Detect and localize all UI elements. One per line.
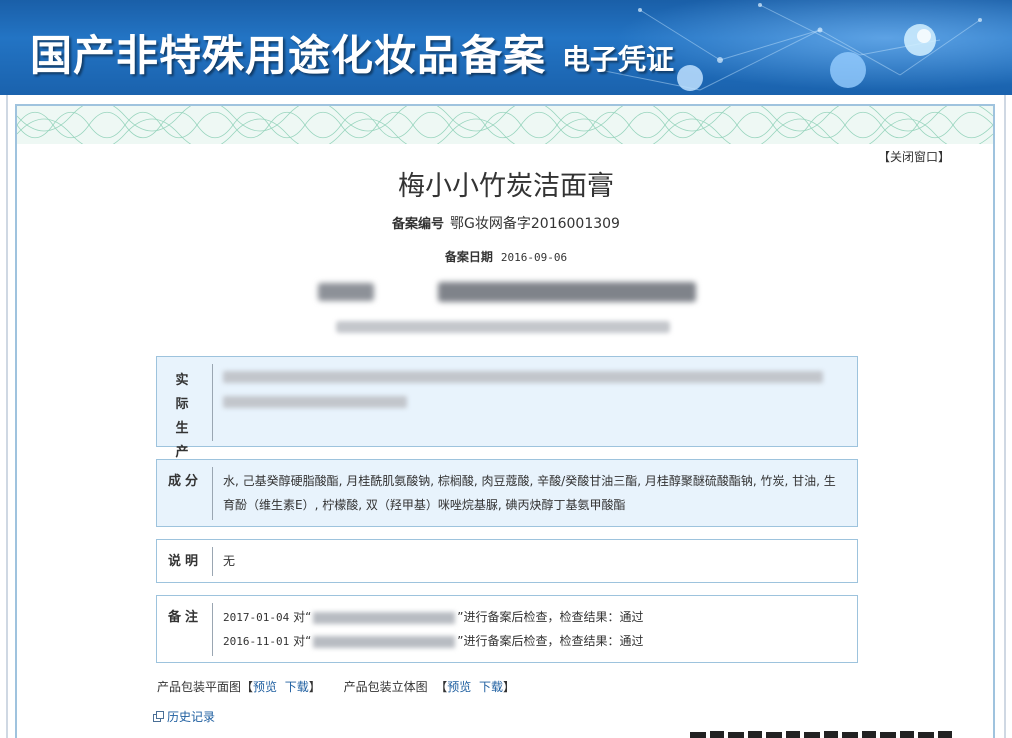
history-link[interactable]: 历史记录 — [167, 710, 215, 724]
cropped-footer-stamp — [690, 731, 952, 738]
ingredients-box: 成分 水, 己基癸醇硬脂酸酯, 月桂酰肌氨酸钠, 棕榈酸, 肉豆蔻酸, 辛酸/癸… — [156, 459, 858, 527]
note-prefix: 对“ — [293, 610, 312, 624]
registration-date-row: 备案日期 2016-09-06 — [0, 248, 1012, 265]
label-divider — [212, 603, 213, 656]
solid-preview-link[interactable]: 预览 — [447, 680, 471, 694]
bracket-close: 】 — [502, 680, 515, 694]
bracket-open: 【 — [241, 680, 254, 694]
description-box: 说明 无 — [156, 539, 858, 583]
header-banner: 国产非特殊用途化妆品备案 电子凭证 — [0, 0, 1012, 95]
note-prefix: 对“ — [293, 634, 312, 648]
redacted-producer-line-2 — [223, 396, 407, 408]
note-result: ”进行备案后检查，检查结果：通过 — [457, 610, 644, 624]
registration-date-label: 备案日期 — [444, 250, 493, 264]
note-entry: 2016-11-01 对“ ”进行备案后检查，检查结果：通过 — [223, 633, 644, 650]
registration-number-label: 备案编号 — [392, 217, 445, 232]
registration-date-value: 2016-09-06 — [500, 251, 568, 264]
actual-producer-box: 实际生产企业 — [156, 356, 858, 508]
bracket-close: 】 — [308, 680, 321, 694]
history-link-row[interactable]: 历史记录 — [153, 708, 215, 725]
ingredients-label: 成分 — [167, 474, 202, 489]
note-result: ”进行备案后检查，检查结果：通过 — [457, 634, 644, 648]
flat-preview-link[interactable]: 预览 — [253, 680, 277, 694]
redacted-producer-line-1 — [223, 371, 823, 383]
banner-subtitle: 电子凭证 — [562, 43, 675, 76]
description-text: 无 — [223, 554, 236, 568]
redacted-company-address — [336, 318, 670, 336]
banner-title: 国产非特殊用途化妆品备案 — [30, 31, 547, 80]
guilloche-border-pattern — [17, 106, 993, 144]
registration-number-row: 备案编号 鄂G妆网备字2016001309 — [0, 213, 1012, 233]
packaging-images-row: 产品包装平面图【预览 下载】 产品包装立体图 【预览 下载】 — [157, 678, 515, 695]
label-divider — [212, 467, 213, 520]
bracket-open: 【 — [435, 680, 448, 694]
note-entry: 2017-01-04 对“ ”进行备案后检查，检查结果：通过 — [223, 609, 644, 626]
description-label: 说明 — [167, 554, 202, 569]
note-date: 2017-01-04 — [223, 611, 290, 624]
solid-download-link[interactable]: 下载 — [479, 680, 503, 694]
label-divider — [212, 364, 213, 441]
redacted-company-name — [318, 279, 696, 305]
product-name: 梅小小竹炭洁面膏 — [398, 171, 614, 202]
flat-package-label: 产品包装平面图 — [157, 680, 242, 694]
solid-package-label: 产品包装立体图 — [343, 680, 428, 694]
redacted-product-name — [313, 611, 456, 624]
registration-number-value: 鄂G妆网备字2016001309 — [450, 216, 620, 232]
external-window-icon — [153, 711, 164, 722]
flat-download-link[interactable]: 下载 — [285, 680, 309, 694]
notes-box: 备注 2017-01-04 对“ ”进行备案后检查，检查结果：通过 2016-11… — [156, 595, 858, 663]
note-date: 2016-11-01 — [223, 635, 290, 648]
ingredients-text: 水, 己基癸醇硬脂酸酯, 月桂酰肌氨酸钠, 棕榈酸, 肉豆蔻酸, 辛酸/癸酸甘油… — [223, 474, 836, 512]
close-window-link[interactable]: 【关闭窗口】 — [878, 148, 950, 165]
label-divider — [212, 547, 213, 576]
redacted-product-name — [313, 635, 456, 648]
notes-label: 备注 — [167, 610, 202, 625]
